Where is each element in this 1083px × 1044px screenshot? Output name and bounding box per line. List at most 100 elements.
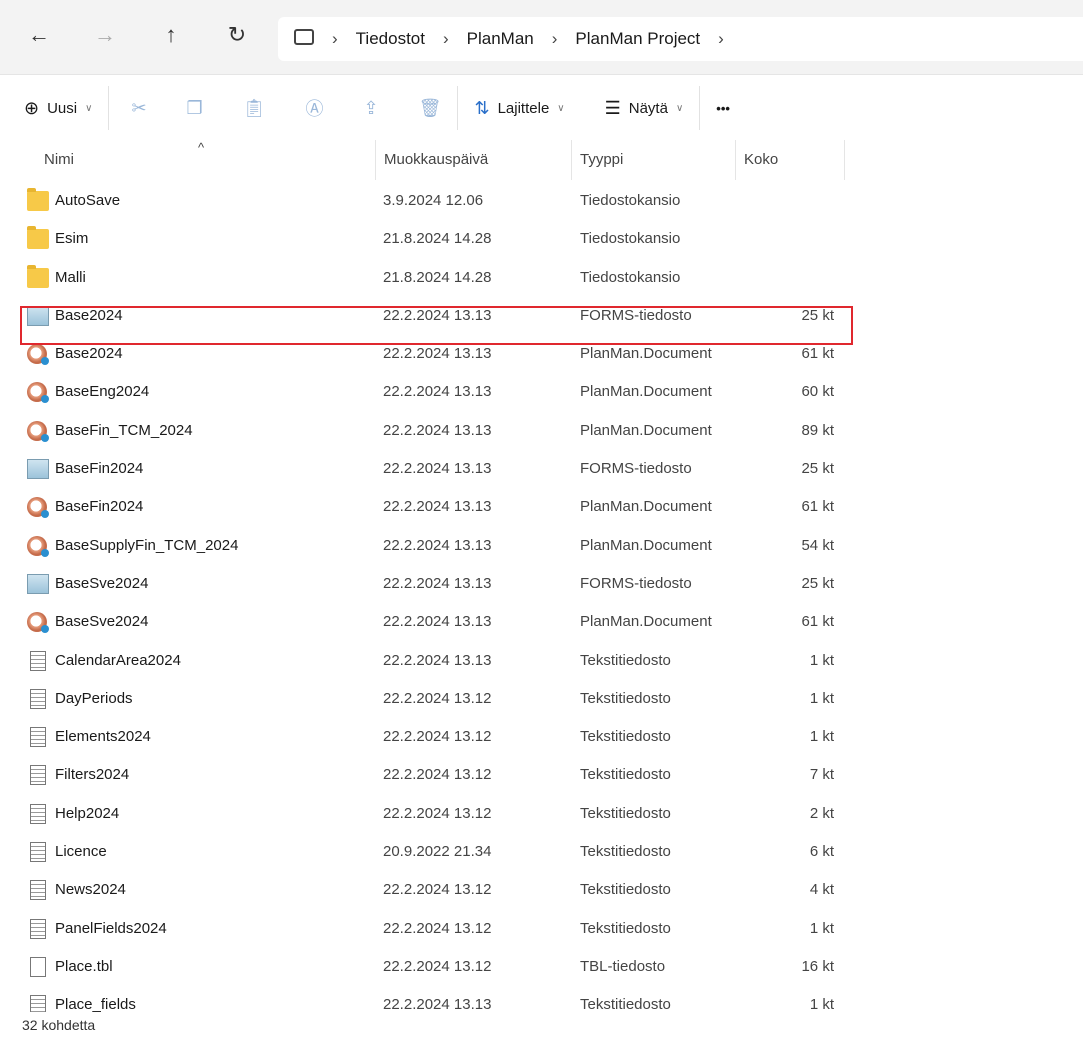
address-bar[interactable]: › Tiedostot › PlanMan › PlanMan Project … (278, 17, 1083, 61)
file-row[interactable]: BaseSupplyFin_TCM_2024 22.2.2024 13.13 P… (0, 527, 860, 565)
file-type: Tekstitiedosto (580, 689, 671, 707)
paste-icon[interactable]: 📋︎ (243, 98, 266, 119)
cut-icon[interactable]: ✂ (131, 98, 146, 119)
file-row[interactable]: AutoSave 3.9.2024 12.06 Tiedostokansio (0, 182, 860, 220)
file-row[interactable]: Malli 21.8.2024 14.28 Tiedostokansio (0, 259, 860, 297)
more-button[interactable]: ••• (716, 101, 730, 116)
folder-icon (27, 226, 49, 250)
chevron-right-icon: › (442, 29, 449, 48)
file-type: Tekstitiedosto (580, 766, 671, 784)
file-name: Base2024 (55, 345, 123, 363)
doc-icon (27, 535, 49, 557)
file-name: Place.tbl (55, 957, 113, 975)
new-button[interactable]: ⊕ Uusi ∨ (24, 98, 92, 119)
file-row[interactable]: BaseFin_TCM_2024 22.2.2024 13.13 PlanMan… (0, 412, 860, 450)
file-date: 22.2.2024 13.13 (383, 574, 492, 592)
rename-icon[interactable]: Ⓐ (306, 95, 324, 121)
file-type: Tiedostokansio (580, 268, 681, 286)
breadcrumb-tiedostot[interactable]: Tiedostot (356, 29, 425, 49)
file-date: 20.9.2022 21.34 (383, 843, 492, 861)
forms-icon (27, 459, 49, 480)
file-type: PlanMan.Document (580, 498, 712, 516)
file-row[interactable]: BaseSve2024 22.2.2024 13.13 PlanMan.Docu… (0, 603, 860, 641)
column-header-type[interactable]: Tyyppi (572, 140, 736, 180)
chevron-down-icon: ∨ (557, 102, 565, 114)
file-size: 7 kt (809, 766, 834, 784)
column-header-date[interactable]: Muokkauspäivä (376, 140, 572, 180)
file-row[interactable]: BaseEng2024 22.2.2024 13.13 PlanMan.Docu… (0, 373, 860, 411)
plus-circle-icon: ⊕ (24, 97, 40, 118)
file-name: Malli (55, 268, 86, 286)
folder-icon (27, 188, 49, 211)
txt-icon (30, 803, 46, 824)
file-name: BaseFin2024 (55, 498, 144, 516)
breadcrumb-planman-project[interactable]: PlanMan Project (575, 29, 700, 49)
back-button[interactable]: ← (24, 22, 54, 48)
breadcrumb-planman[interactable]: PlanMan (467, 29, 534, 49)
view-button[interactable]: ☰ Näytä ∨ (605, 98, 684, 119)
chevron-right-icon[interactable]: › (718, 29, 724, 49)
doc-icon (27, 612, 49, 634)
file-name: Elements2024 (55, 728, 151, 746)
file-name: BaseFin2024 (55, 460, 144, 478)
file-row[interactable]: Place_fields 22.2.2024 13.13 Tekstitiedo… (0, 986, 860, 1012)
file-size: 1 kt (809, 728, 834, 746)
view-icon: ☰ (604, 97, 621, 118)
file-row[interactable]: Filters2024 22.2.2024 13.12 Tekstitiedos… (0, 756, 860, 794)
file-name: Esim (55, 230, 89, 248)
file-size: 1 kt (809, 996, 834, 1012)
file-row[interactable]: BaseSve2024 22.2.2024 13.13 FORMS-tiedos… (0, 565, 860, 603)
file-type: Tekstitiedosto (580, 651, 671, 669)
file-row[interactable]: Elements2024 22.2.2024 13.12 Tekstitiedo… (0, 718, 860, 756)
file-row[interactable]: Esim 21.8.2024 14.28 Tiedostokansio (0, 220, 860, 258)
file-size: 61 kt (801, 613, 834, 631)
chevron-right-icon: › (551, 29, 558, 48)
file-row[interactable]: PanelFields2024 22.2.2024 13.12 Tekstiti… (0, 910, 860, 948)
sort-button[interactable]: ⇅ Lajittele ∨ (474, 98, 564, 119)
share-icon[interactable]: ⇪ (364, 98, 379, 119)
doc-icon (27, 344, 49, 366)
file-type: PlanMan.Document (580, 421, 712, 439)
copy-icon[interactable]: ❐ (187, 98, 203, 119)
file-date: 22.2.2024 13.12 (383, 766, 492, 784)
file-date: 22.2.2024 13.13 (383, 421, 492, 439)
file-row[interactable]: BaseFin2024 22.2.2024 13.13 FORMS-tiedos… (0, 450, 860, 488)
file-name: News2024 (55, 881, 126, 899)
file-type: FORMS-tiedosto (580, 460, 692, 478)
txt-icon (30, 650, 46, 671)
delete-icon[interactable]: 🗑︎ (419, 98, 442, 119)
file-size: 61 kt (801, 498, 834, 516)
file-date: 22.2.2024 13.13 (383, 613, 492, 631)
file-size: 25 kt (801, 460, 834, 478)
refresh-button[interactable]: ↻ (222, 22, 252, 48)
column-header-size[interactable]: Koko (736, 140, 845, 180)
file-row[interactable]: News2024 22.2.2024 13.12 Tekstitiedosto … (0, 871, 860, 909)
sort-label: Lajittele (497, 99, 550, 117)
file-row[interactable]: Help2024 22.2.2024 13.12 Tekstitiedosto … (0, 795, 860, 833)
file-name: AutoSave (55, 192, 121, 209)
file-date: 22.2.2024 13.13 (383, 536, 492, 554)
file-name: DayPeriods (55, 689, 133, 707)
file-type: Tekstitiedosto (580, 843, 671, 861)
divider (699, 86, 701, 130)
up-button[interactable]: ↑ (156, 22, 186, 48)
highlight-box (20, 306, 853, 345)
file-size: 6 kt (809, 843, 834, 861)
file-name: Help2024 (55, 804, 120, 822)
file-date: 22.2.2024 13.13 (383, 460, 492, 478)
file-size: 1 kt (809, 919, 834, 937)
doc-icon (27, 382, 49, 404)
file-row[interactable]: DayPeriods 22.2.2024 13.12 Tekstitiedost… (0, 680, 860, 718)
computer-icon (294, 29, 314, 45)
forward-button[interactable]: → (90, 22, 120, 48)
file-row[interactable]: CalendarArea2024 22.2.2024 13.13 Tekstit… (0, 642, 860, 680)
file-row[interactable]: Place.tbl 22.2.2024 13.12 TBL-tiedosto 1… (0, 948, 860, 986)
file-row[interactable]: Licence 20.9.2022 21.34 Tekstitiedosto 6… (0, 833, 860, 871)
navigation-bar: ← → ↑ ↻ › Tiedostot › PlanMan › PlanMan … (0, 0, 1083, 75)
txt-icon (30, 842, 46, 863)
file-row[interactable]: BaseFin2024 22.2.2024 13.13 PlanMan.Docu… (0, 488, 860, 526)
column-headers: Nimi ^ Muokkauspäivä Tyyppi Koko (0, 140, 845, 180)
file-name: BaseFin_TCM_2024 (55, 421, 193, 439)
column-header-name[interactable]: Nimi ^ (36, 140, 376, 180)
file-size: 61 kt (801, 345, 834, 363)
